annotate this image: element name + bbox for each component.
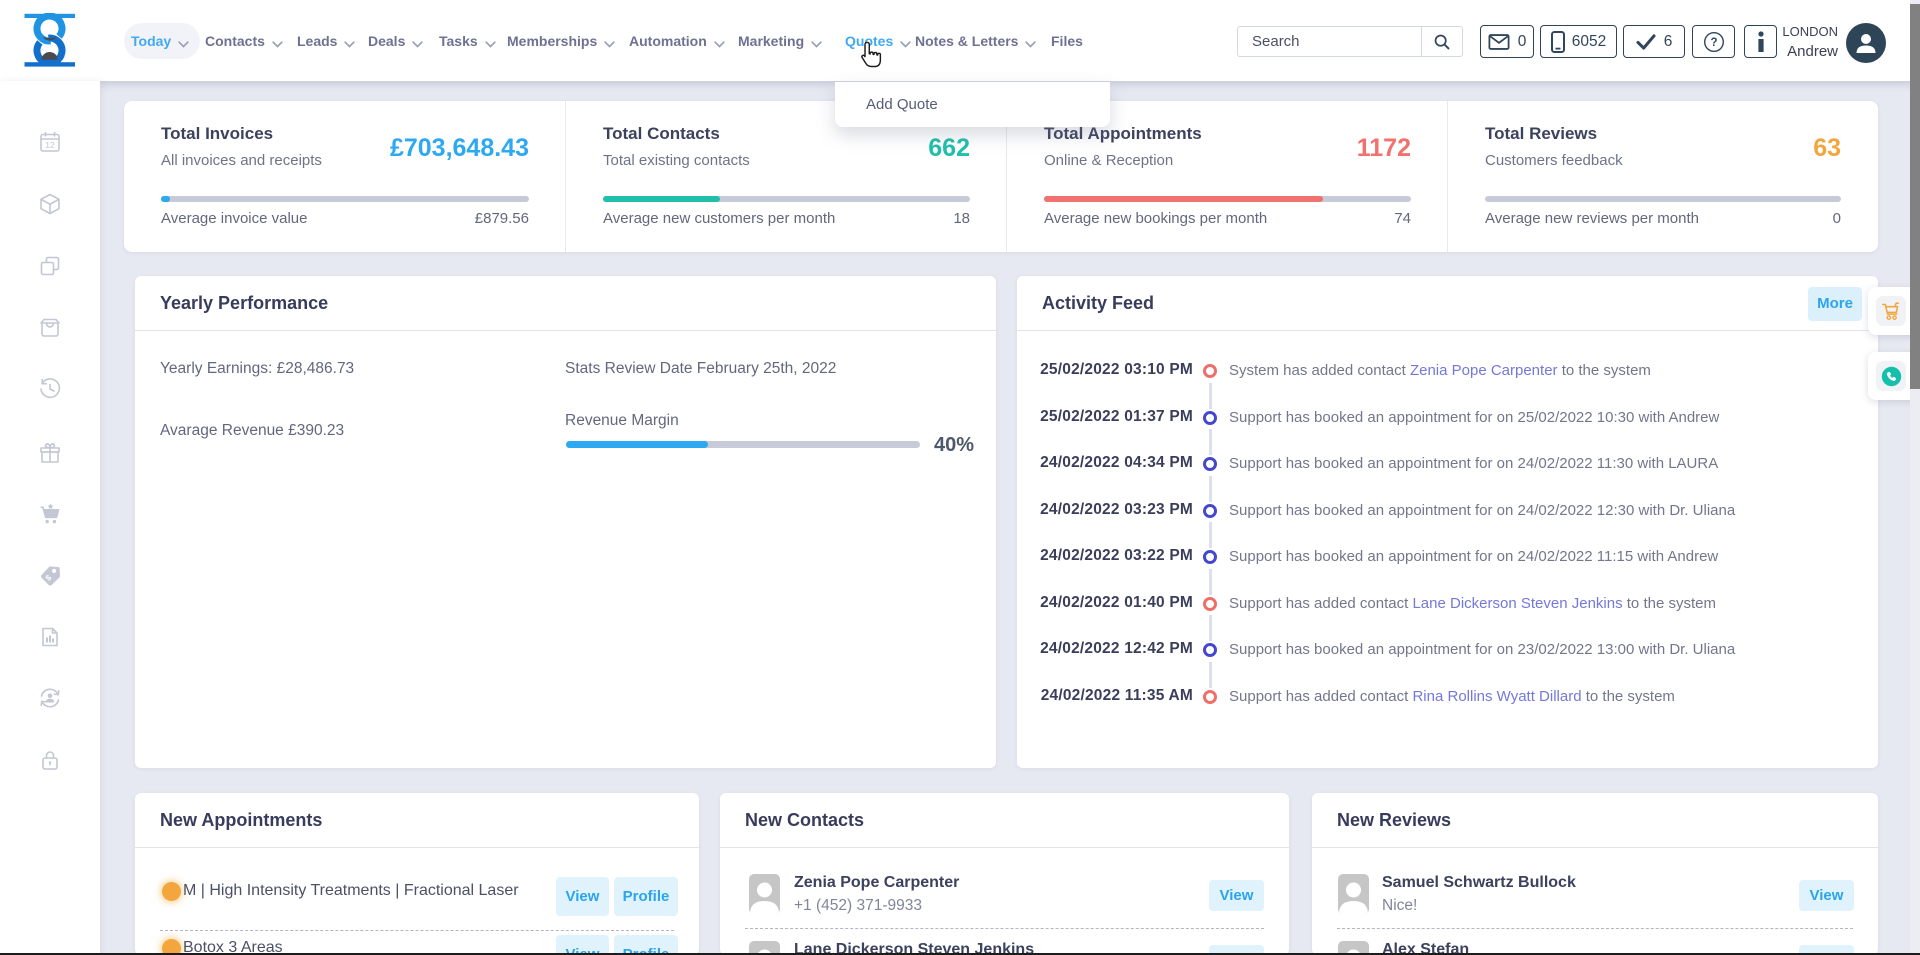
svg-text:?: ? — [1710, 37, 1717, 49]
svg-text:12: 12 — [45, 140, 55, 150]
